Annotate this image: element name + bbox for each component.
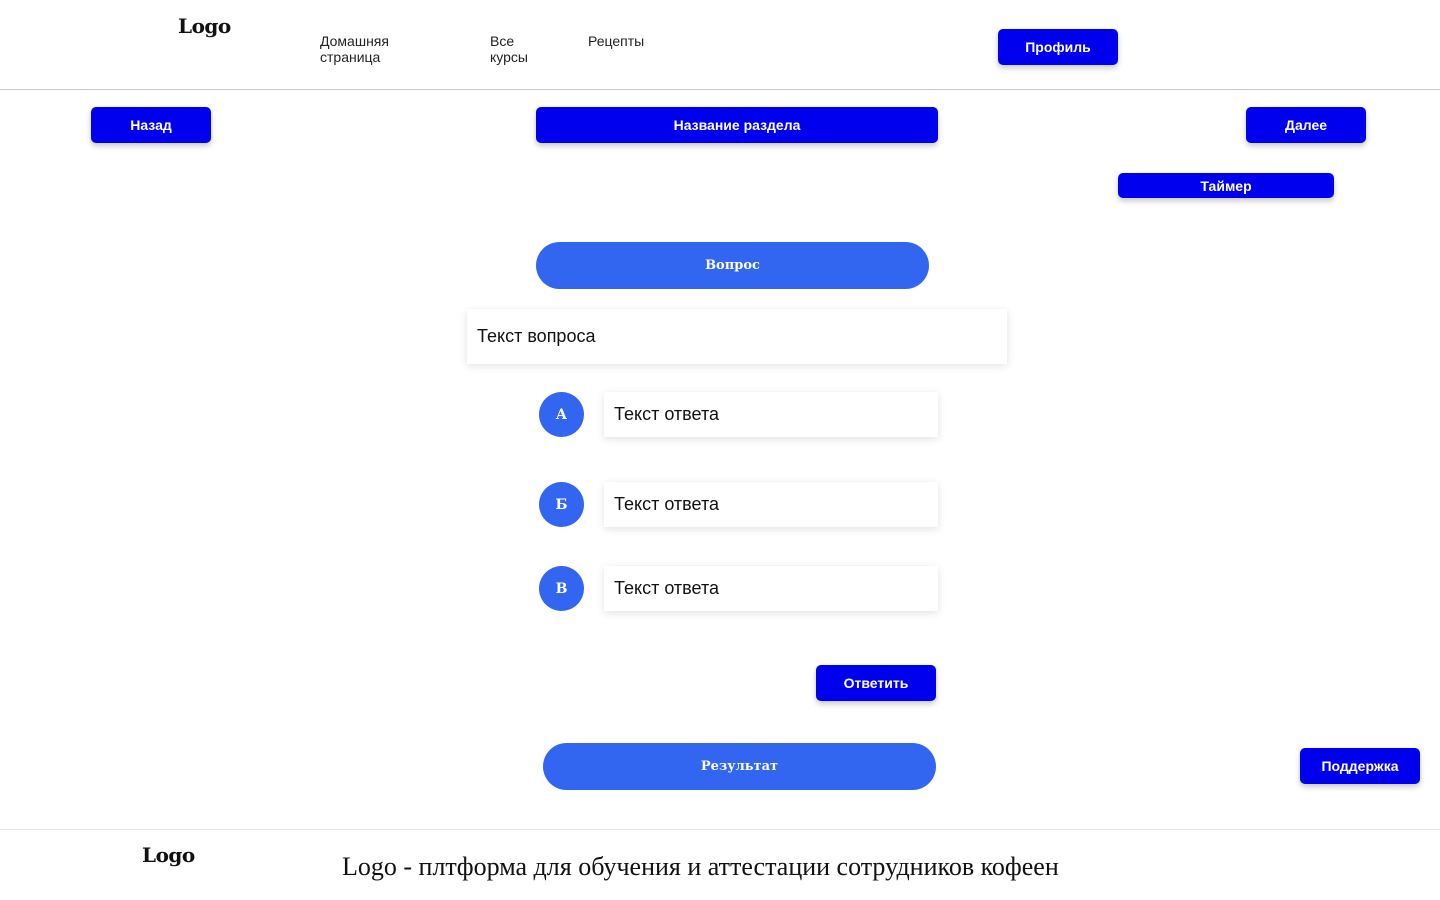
answer-option-b[interactable]: Текст ответа: [604, 482, 938, 527]
header-logo[interactable]: Logo: [178, 14, 231, 38]
nav-home-link[interactable]: Домашняя страница: [320, 33, 430, 65]
footer-logo[interactable]: Logo: [142, 843, 195, 867]
result-button[interactable]: Результат: [543, 743, 936, 790]
question-label: Вопрос: [536, 242, 929, 289]
section-title-button[interactable]: Название раздела: [536, 107, 938, 143]
timer-button[interactable]: Таймер: [1118, 173, 1334, 198]
answer-option-a-marker[interactable]: А: [539, 392, 584, 437]
back-button[interactable]: Назад: [91, 107, 211, 143]
profile-button[interactable]: Профиль: [998, 29, 1118, 65]
submit-answer-button[interactable]: Ответить: [816, 665, 936, 701]
footer-tagline: Logo - плтформа для обучения и аттестаци…: [342, 852, 1059, 881]
quiz-page: Logo Домашняя страница Все курсы Рецепты…: [0, 0, 1440, 900]
next-button[interactable]: Далее: [1246, 107, 1366, 143]
question-text-card: Текст вопроса: [467, 309, 1007, 364]
nav-recipes-link[interactable]: Рецепты: [588, 33, 644, 49]
answer-option-c-marker[interactable]: В: [539, 566, 584, 611]
nav-courses-link[interactable]: Все курсы: [490, 33, 550, 65]
answer-option-a[interactable]: Текст ответа: [604, 392, 938, 437]
top-header: Logo Домашняя страница Все курсы Рецепты…: [0, 0, 1440, 90]
answer-option-b-marker[interactable]: Б: [539, 482, 584, 527]
support-button[interactable]: Поддержка: [1300, 748, 1420, 784]
page-footer: Logo Logo - плтформа для обучения и атте…: [0, 829, 1440, 900]
answer-option-c[interactable]: Текст ответа: [604, 566, 938, 611]
